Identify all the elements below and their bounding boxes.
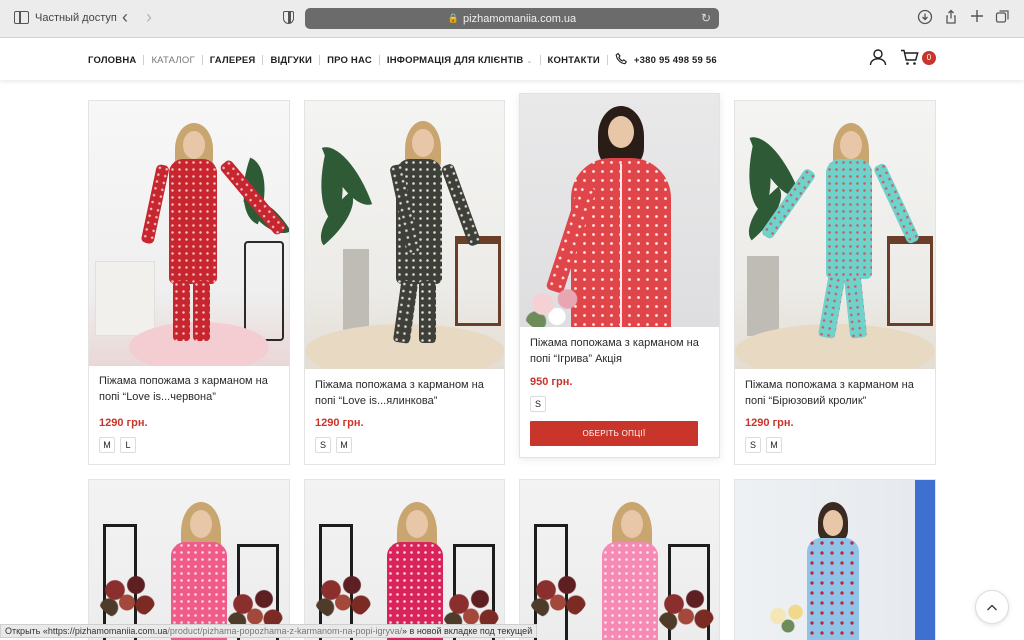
size-options: S M xyxy=(315,437,352,453)
size-options: S xyxy=(530,396,546,412)
nav-item-client-info[interactable]: ІНФОРМАЦІЯ ДЛЯ КЛІЄНТІВ ⌄ xyxy=(387,55,533,66)
size-option[interactable]: M xyxy=(336,437,352,453)
product-card[interactable] xyxy=(88,479,290,640)
nav-divider xyxy=(319,55,321,65)
size-option[interactable]: S xyxy=(315,437,331,453)
status-path: /product/pizhama-popozhama-z-karmanom-na… xyxy=(167,626,403,636)
product-title[interactable]: Піжама попожама з карманом на попі “Love… xyxy=(315,377,497,409)
size-options: M L xyxy=(99,437,136,453)
product-title[interactable]: Піжама попожама з карманом на попі “Love… xyxy=(99,373,281,405)
address-bar[interactable]: 🔒 pizhamomaniia.com.ua ↻ xyxy=(305,8,719,29)
address-bar-url: pizhamomaniia.com.ua xyxy=(463,12,577,25)
product-price: 950 грн. xyxy=(530,376,573,388)
download-icon[interactable] xyxy=(916,9,934,27)
nav-item-about[interactable]: ПРО НАС xyxy=(327,55,372,66)
product-image[interactable] xyxy=(89,480,289,640)
product-image[interactable] xyxy=(89,101,289,366)
back-arrow-icon[interactable]: ‹ xyxy=(122,8,128,26)
user-account-icon[interactable] xyxy=(869,48,887,66)
phone-icon xyxy=(615,52,628,68)
product-image[interactable] xyxy=(520,94,719,327)
product-card[interactable]: Піжама попожама з карманом на попі “Love… xyxy=(304,100,505,465)
chevron-up-icon xyxy=(987,604,997,611)
nav-item-catalog[interactable]: КАТАЛОГ xyxy=(151,55,194,66)
nav-item-gallery[interactable]: ГАЛЕРЕЯ xyxy=(210,55,256,66)
new-tab-plus-icon[interactable] xyxy=(968,9,986,27)
product-card[interactable]: Піжама попожама з карманом на попі “Ігри… xyxy=(519,93,720,458)
product-card[interactable] xyxy=(734,479,936,640)
product-title[interactable]: Піжама попожама з карманом на попі “Бірю… xyxy=(745,377,927,409)
product-image[interactable] xyxy=(520,480,719,640)
product-card[interactable] xyxy=(519,479,720,640)
product-price: 1290 грн. xyxy=(315,417,364,429)
privacy-shield-icon[interactable] xyxy=(283,11,294,24)
nav-divider xyxy=(378,55,380,65)
choose-options-button[interactable]: ОБЕРІТЬ ОПЦІЇ xyxy=(530,421,698,446)
product-title[interactable]: Піжама попожама з карманом на попі “Ігри… xyxy=(530,335,712,367)
reload-icon[interactable]: ↻ xyxy=(701,11,711,25)
site-header: ГОЛОВНА КАТАЛОГ ГАЛЕРЕЯ ВІДГУКИ ПРО НАС … xyxy=(0,38,1024,80)
cart-icon[interactable] xyxy=(900,49,919,66)
product-price: 1290 грн. xyxy=(745,417,794,429)
size-option[interactable]: M xyxy=(99,437,115,453)
nav-item-client-info-label: ІНФОРМАЦІЯ ДЛЯ КЛІЄНТІВ xyxy=(386,54,524,66)
share-icon[interactable] xyxy=(942,9,960,27)
size-option[interactable]: M xyxy=(766,437,782,453)
private-browsing-label: Частный доступ xyxy=(35,12,117,24)
product-price: 1290 грн. xyxy=(99,417,148,429)
phone-number[interactable]: +380 95 498 59 56 xyxy=(634,55,717,66)
product-image[interactable] xyxy=(305,480,504,640)
product-image[interactable] xyxy=(735,480,935,640)
product-card[interactable]: Піжама попожама з карманом на попі “Бірю… xyxy=(734,100,936,465)
link-status-bar: Открыть «https://pizhamomaniia.com.ua/pr… xyxy=(0,624,538,638)
nav-divider xyxy=(262,55,264,65)
product-image[interactable] xyxy=(735,101,935,369)
main-nav: ГОЛОВНА КАТАЛОГ ГАЛЕРЕЯ ВІДГУКИ ПРО НАС … xyxy=(88,52,717,68)
nav-item-reviews[interactable]: ВІДГУКИ xyxy=(270,55,312,66)
chevron-down-icon: ⌄ xyxy=(526,57,533,65)
nav-divider xyxy=(539,55,541,65)
status-host: https://pizhamomaniia.com.ua xyxy=(47,626,168,636)
nav-divider xyxy=(606,55,608,65)
nav-item-contacts[interactable]: КОНТАКТИ xyxy=(548,55,600,66)
size-option[interactable]: S xyxy=(530,396,546,412)
nav-divider xyxy=(201,55,203,65)
scroll-to-top-button[interactable] xyxy=(975,590,1009,624)
browser-toolbar: Частный доступ ‹ › 🔒 pizhamomaniia.com.u… xyxy=(0,0,1024,38)
nav-divider xyxy=(143,55,145,65)
product-image[interactable] xyxy=(305,101,504,369)
size-option[interactable]: S xyxy=(745,437,761,453)
product-card[interactable]: Піжама попожама з карманом на попі “Love… xyxy=(88,100,290,465)
product-card[interactable] xyxy=(304,479,505,640)
size-option[interactable]: L xyxy=(120,437,136,453)
sidebar-toggle-icon[interactable] xyxy=(14,11,29,24)
size-options: S M xyxy=(745,437,782,453)
cart-count-badge: 0 xyxy=(922,51,936,65)
status-suffix: » в новой вкладке под текущей xyxy=(402,626,533,636)
nav-item-home[interactable]: ГОЛОВНА xyxy=(88,55,136,66)
forward-arrow-icon[interactable]: › xyxy=(146,8,152,26)
tab-overview-icon[interactable] xyxy=(993,9,1011,27)
lock-icon: 🔒 xyxy=(447,13,460,23)
status-prefix: Открыть « xyxy=(5,626,48,636)
